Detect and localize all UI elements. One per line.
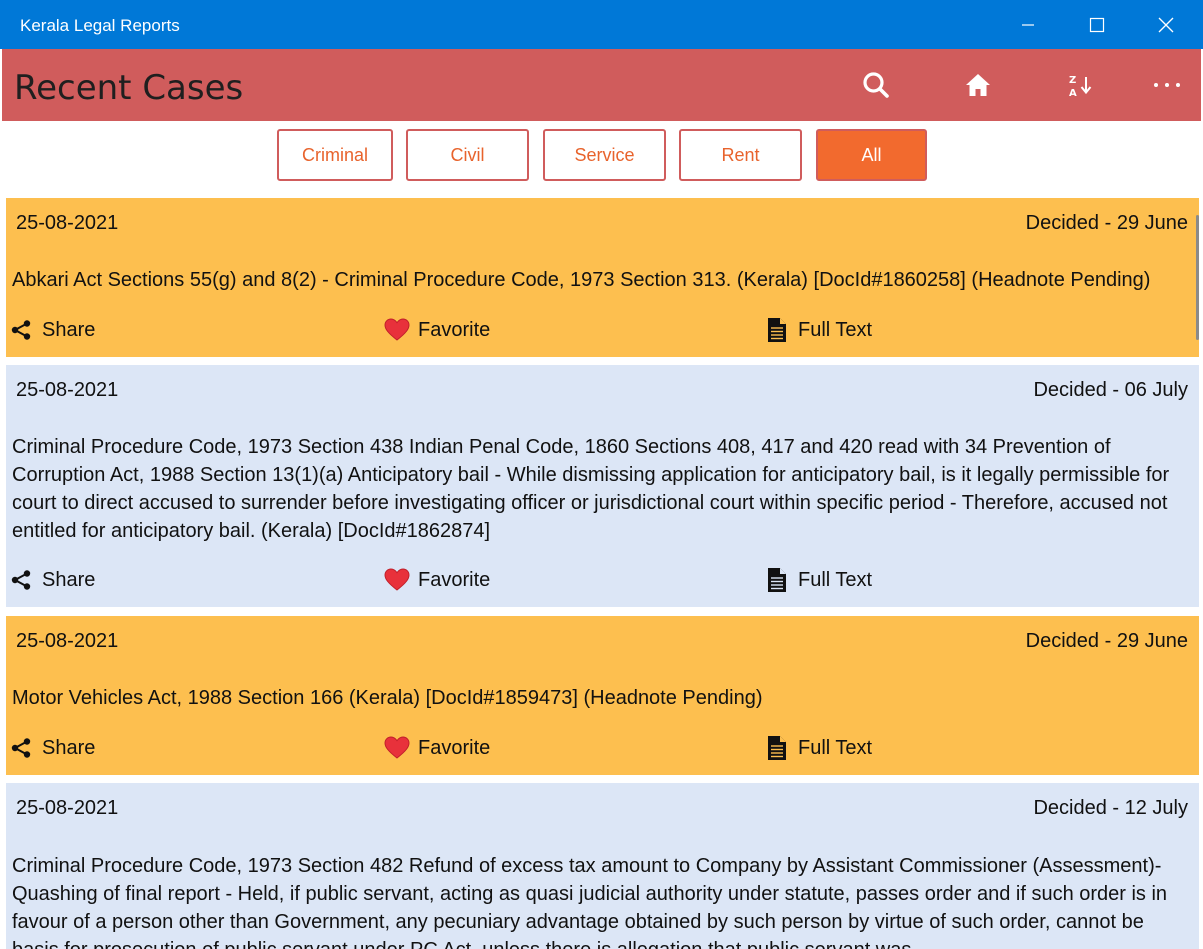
window-title: Kerala Legal Reports (20, 16, 180, 35)
filter-rent-button[interactable]: Rent (679, 129, 802, 181)
filter-all-button[interactable]: All (816, 129, 927, 181)
list-scrollbar[interactable] (1196, 215, 1199, 340)
case-list[interactable]: 25-08-2021 Decided - 29 June Abkari Act … (6, 198, 1199, 949)
full-text-button[interactable]: Full Text (764, 315, 872, 345)
full-text-label: Full Text (798, 568, 873, 591)
window-titlebar: Kerala Legal Reports (0, 0, 1203, 49)
case-decided: Decided - 29 June (1025, 212, 1188, 234)
share-icon (8, 735, 34, 761)
share-button[interactable]: Share (8, 565, 95, 595)
home-icon (966, 74, 990, 96)
minimize-button[interactable] (1005, 0, 1051, 49)
case-headnote[interactable]: Criminal Procedure Code, 1973 Section 43… (12, 433, 1193, 545)
heart-icon (384, 317, 410, 343)
search-icon (863, 72, 889, 98)
favorite-label: Favorite (418, 568, 491, 591)
case-actions: Share Favorite Full Text (6, 733, 1199, 763)
svg-text:A: A (1069, 88, 1077, 99)
filter-criminal-button[interactable]: Criminal (277, 129, 393, 181)
search-button[interactable] (852, 61, 900, 109)
case-card[interactable]: 25-08-2021 Decided - 29 June Abkari Act … (6, 198, 1199, 357)
document-icon (764, 567, 790, 593)
favorite-label: Favorite (418, 736, 491, 759)
filter-civil-button[interactable]: Civil (406, 129, 529, 181)
full-text-label: Full Text (798, 736, 873, 759)
case-card[interactable]: 25-08-2021 Decided - 12 July Criminal Pr… (6, 783, 1199, 949)
minimize-icon (1022, 23, 1034, 26)
share-icon (8, 567, 34, 593)
share-label: Share (42, 568, 96, 591)
filter-service-button[interactable]: Service (543, 129, 666, 181)
svg-text:Z: Z (1069, 75, 1076, 86)
share-button[interactable]: Share (8, 315, 95, 345)
share-label: Share (42, 318, 96, 341)
close-icon (1158, 17, 1174, 32)
more-button[interactable] (1143, 61, 1191, 109)
case-actions: Share Favorite Full Text (6, 565, 1199, 595)
case-headnote[interactable]: Criminal Procedure Code, 1973 Section 48… (12, 852, 1193, 949)
close-button[interactable] (1143, 0, 1189, 49)
maximize-button[interactable] (1074, 0, 1120, 49)
favorite-button[interactable]: Favorite (384, 315, 490, 345)
share-button[interactable]: Share (8, 733, 95, 763)
maximize-icon (1089, 17, 1105, 32)
favorite-label: Favorite (418, 318, 491, 341)
full-text-button[interactable]: Full Text (764, 733, 872, 763)
heart-icon (384, 735, 410, 761)
case-date: 25-08-2021 (16, 212, 119, 234)
sort-button[interactable]: Z A (1056, 61, 1104, 109)
case-card[interactable]: 25-08-2021 Decided - 29 June Motor Vehic… (6, 616, 1199, 775)
category-filters: Criminal Civil Service Rent All (0, 121, 1203, 197)
sort-az-icon: Z A (1069, 75, 1092, 99)
case-date: 25-08-2021 (16, 630, 119, 652)
case-decided: Decided - 06 July (1033, 379, 1188, 401)
case-decided: Decided - 12 July (1033, 797, 1188, 819)
full-text-button[interactable]: Full Text (764, 565, 872, 595)
case-actions: Share Favorite Full Text (6, 315, 1199, 345)
document-icon (764, 317, 790, 343)
home-button[interactable] (954, 61, 1002, 109)
case-date: 25-08-2021 (16, 379, 119, 401)
heart-icon (384, 567, 410, 593)
case-date: 25-08-2021 (16, 797, 119, 819)
document-icon (764, 735, 790, 761)
favorite-button[interactable]: Favorite (384, 565, 490, 595)
case-decided: Decided - 29 June (1025, 630, 1188, 652)
case-card[interactable]: 25-08-2021 Decided - 06 July Criminal Pr… (6, 365, 1199, 607)
share-label: Share (42, 736, 96, 759)
more-icon (1154, 83, 1180, 87)
case-headnote[interactable]: Motor Vehicles Act, 1988 Section 166 (Ke… (12, 684, 1193, 712)
case-headnote[interactable]: Abkari Act Sections 55(g) and 8(2) - Cri… (12, 266, 1193, 294)
favorite-button[interactable]: Favorite (384, 733, 490, 763)
full-text-label: Full Text (798, 318, 873, 341)
app-header: Recent Cases Z A (2, 49, 1201, 121)
share-icon (8, 317, 34, 343)
page-title: Recent Cases (14, 68, 244, 108)
